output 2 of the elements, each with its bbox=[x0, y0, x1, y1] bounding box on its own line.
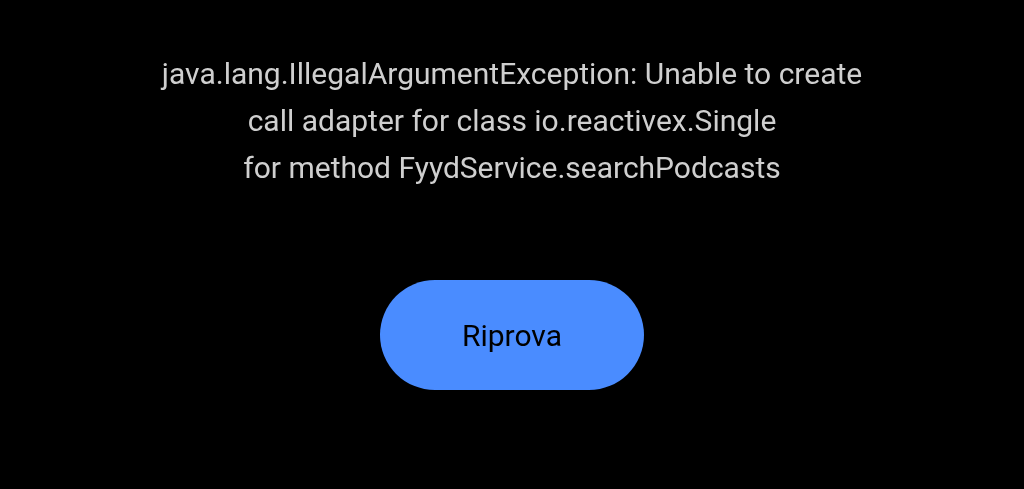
retry-button[interactable]: Riprova bbox=[380, 280, 644, 390]
error-message: java.lang.IllegalArgumentException: Unable to create call adapter for class io.reactivex.Single for method FyydService.searchPodcasts bbox=[161, 55, 863, 187]
